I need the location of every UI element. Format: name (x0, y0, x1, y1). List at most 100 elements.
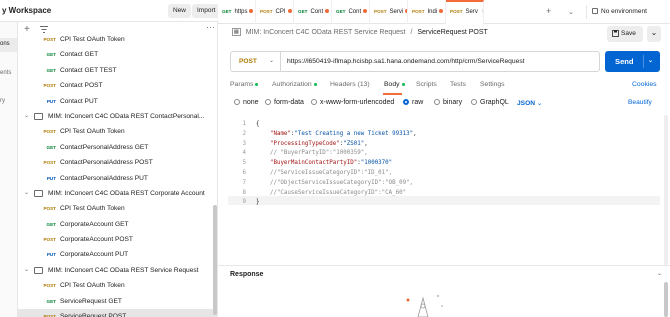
breadcrumb-parent[interactable]: MIM: InConcert C4C OData REST Service Re… (246, 29, 406, 36)
request-item[interactable]: POST CPI Test OAuth Token (18, 124, 217, 139)
radio-icon[interactable] (265, 99, 271, 105)
request-item[interactable]: GET ContactPersonalAddress GET (18, 140, 217, 155)
request-item[interactable]: PUT ContactPersonalAddress PUT (18, 171, 217, 186)
request-item[interactable]: POST ServiceRequest POST (18, 309, 217, 317)
body-type-option[interactable]: binary (434, 99, 462, 106)
request-label: Contact POST (60, 82, 103, 90)
tab-label: https (234, 9, 248, 15)
tab-label: Indi (427, 9, 438, 15)
body-type-option[interactable]: x-www-form-urlencoded (311, 99, 394, 106)
sidebar-scrollbar[interactable] (213, 205, 217, 315)
request-tab[interactable]: POSTServ × (446, 0, 484, 24)
chevron-down-icon[interactable]: ⌄ (657, 270, 662, 277)
method-badge: GET (46, 221, 56, 227)
subtab[interactable]: Headers (13) (330, 81, 370, 88)
method-badge: POST (43, 37, 56, 42)
subtab-label: Headers (13) (330, 81, 370, 88)
send-button[interactable]: Send ⌄ (605, 51, 660, 72)
body-type-option[interactable]: raw (403, 99, 423, 106)
status-dot-icon (401, 82, 405, 86)
request-tab[interactable]: GET Cont (332, 0, 370, 24)
format-label: JSON (517, 100, 535, 107)
response-scrollbar[interactable] (664, 282, 668, 317)
subtab[interactable]: Body (384, 81, 405, 88)
new-tab-icon[interactable]: + (546, 6, 551, 16)
chevron-down-icon[interactable]: ⌄ (24, 109, 29, 124)
radio-icon[interactable] (434, 99, 440, 105)
collection-folder[interactable]: ⌄ MIM: InConcert C4C OData REST ContactPe… (18, 109, 217, 124)
format-select[interactable]: JSON ⌄ (517, 99, 542, 107)
chevron-down-icon: ⌄ (269, 58, 275, 64)
radio-icon[interactable] (234, 99, 240, 105)
close-icon[interactable]: × (482, 9, 483, 15)
line-number: 6 (242, 170, 247, 176)
request-tab[interactable]: POST Servi (370, 0, 408, 24)
request-item[interactable]: GET ServiceRequest GET (18, 294, 217, 309)
http-request-icon: ▤ (232, 28, 241, 36)
request-item[interactable]: POST ContactPersonalAddress POST (18, 155, 217, 170)
chevron-down-icon[interactable]: ⌄ (24, 186, 29, 201)
line-number: 3 (242, 140, 247, 147)
import-button[interactable]: Import (192, 4, 221, 18)
request-item[interactable]: GET Contact GET TEST (18, 63, 217, 78)
chevron-down-icon[interactable]: ⌄ (648, 51, 653, 72)
collection-folder[interactable]: ⌄ MIM: InConcert C4C OData REST Corporate… (18, 186, 217, 201)
unsaved-dot-icon (325, 9, 330, 14)
request-item[interactable]: GET CorporateAccount GET (18, 217, 217, 232)
cookies-link[interactable]: Cookies (632, 81, 657, 88)
editor-scrollbar[interactable] (664, 115, 668, 265)
subtab[interactable]: Scripts (416, 81, 437, 88)
collection-folder[interactable]: ⌄ MIM: InConcert C4C OData REST Service R… (18, 263, 217, 278)
request-item[interactable]: POST CPI Test OAuth Token (18, 201, 217, 216)
method-label: POST (239, 58, 257, 65)
request-label: Contact GET TEST (60, 66, 117, 74)
line-number: 1 (242, 121, 247, 127)
request-item[interactable]: POST CPI Test OAuth Token (18, 32, 217, 47)
radio-icon[interactable] (311, 99, 317, 105)
request-item[interactable]: GET Contact GET (18, 47, 217, 62)
send-label: Send (615, 57, 634, 66)
request-tab[interactable]: GET https (218, 0, 256, 24)
breadcrumb-current[interactable]: ServiceRequest POST (417, 29, 487, 36)
line-number: 7 (242, 179, 247, 186)
request-item[interactable]: PUT Contact PUT (18, 94, 217, 109)
body-editor[interactable]: 1 {2 "Name":"Test Creating a new Ticket 9… (228, 118, 660, 261)
radio-icon[interactable] (471, 99, 477, 105)
environment-selector[interactable]: No environment (586, 5, 668, 19)
subtab[interactable]: Settings (480, 81, 505, 88)
radio-icon[interactable] (403, 99, 409, 105)
status-dot-icon (313, 82, 317, 86)
subtab-label: Settings (480, 81, 505, 88)
subtab[interactable]: Tests (450, 81, 466, 88)
beautify-link[interactable]: Beautify (628, 99, 652, 106)
request-item[interactable]: POST CorporateAccount POST (18, 232, 217, 247)
body-type-option[interactable]: GraphQL (471, 99, 509, 106)
response-divider[interactable] (218, 265, 670, 266)
chevron-down-icon[interactable]: ⌄ (568, 8, 574, 16)
url-input[interactable] (287, 52, 597, 71)
request-item[interactable]: POST CPI Test OAuth Token (18, 278, 217, 293)
method-badge: GET (46, 298, 56, 304)
body-type-option[interactable]: form-data (265, 99, 304, 106)
chevron-down-icon[interactable]: ⌄ (24, 263, 29, 278)
subtab[interactable]: Params (230, 81, 259, 88)
request-label: ServiceRequest GET (60, 297, 122, 305)
subtab[interactable]: Authorization (272, 81, 317, 88)
request-tab[interactable]: GET Cont (294, 0, 332, 24)
save-button[interactable]: Save (607, 26, 643, 42)
request-item[interactable]: PUT CorporateAccount PUT (18, 247, 217, 262)
nav-environments[interactable]: ents (0, 70, 11, 76)
code-line: //"ObjectServiceIssueCategoryID":"OB_09"… (256, 179, 414, 186)
new-button[interactable]: New (168, 4, 192, 18)
nav-collections[interactable]: ons (0, 38, 17, 52)
request-tab[interactable]: POST Indi (408, 0, 446, 24)
method-select[interactable]: POST ⌄ (231, 52, 281, 71)
body-type-option[interactable]: none (234, 99, 259, 106)
nav-history[interactable]: ry (0, 98, 5, 104)
more-options-icon[interactable]: ··· (206, 22, 215, 32)
request-tab[interactable]: POST CPI (256, 0, 294, 24)
request-item[interactable]: POST Contact POST (18, 78, 217, 93)
request-label: ServiceRequest POST (60, 313, 127, 317)
save-options-button[interactable]: ⌄ (647, 26, 661, 42)
method-badge: POST (43, 160, 56, 166)
